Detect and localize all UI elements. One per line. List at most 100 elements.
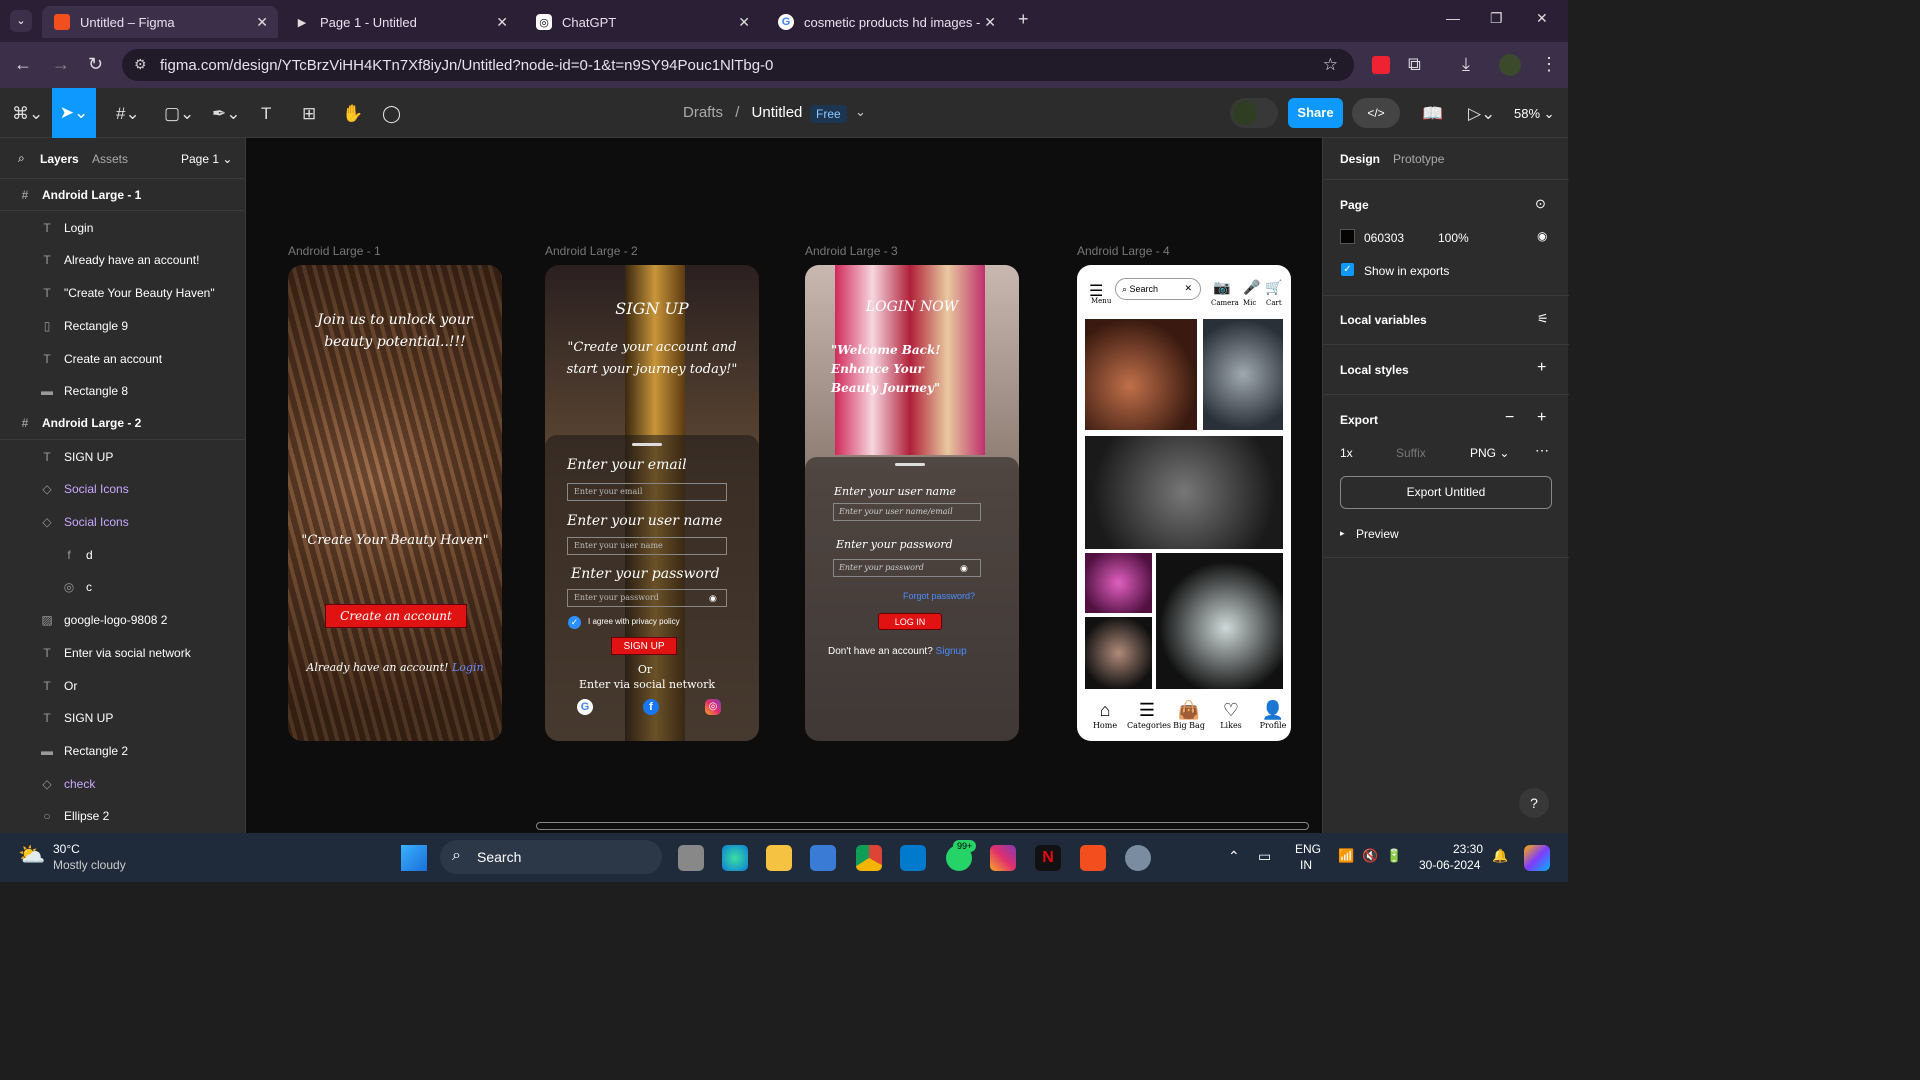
page-opacity-value[interactable]: 100% bbox=[1438, 231, 1469, 245]
username-field[interactable]: Enter your user name bbox=[567, 537, 727, 555]
layer-item[interactable]: ○ Ellipse 2 bbox=[0, 800, 246, 832]
layer-item[interactable]: T Already have an account! bbox=[0, 244, 246, 276]
region-label[interactable]: IN bbox=[1300, 858, 1312, 872]
notification-bell-icon[interactable]: 🔔 bbox=[1492, 848, 1508, 864]
layer-item[interactable]: ▨ google-logo-9808 2 bbox=[0, 604, 246, 636]
text-tool-icon[interactable]: T bbox=[261, 104, 271, 124]
tab-design[interactable]: Design bbox=[1340, 152, 1380, 166]
dev-mode-toggle-icon[interactable]: </> bbox=[1352, 98, 1400, 128]
product-image[interactable] bbox=[1085, 617, 1152, 689]
layer-item[interactable]: ◇ Social Icons bbox=[0, 473, 246, 505]
bookmark-star-icon[interactable]: ☆ bbox=[1323, 55, 1338, 75]
frame-tool-icon[interactable]: #⌄ bbox=[116, 104, 140, 124]
frame-label[interactable]: Android Large - 1 bbox=[288, 244, 381, 258]
show-exports-checkbox[interactable]: ✓ bbox=[1341, 263, 1354, 276]
login-link[interactable]: Login bbox=[452, 661, 484, 674]
breadcrumb-team[interactable]: Drafts bbox=[683, 104, 723, 121]
chrome-icon[interactable] bbox=[856, 845, 882, 871]
task-view-icon[interactable] bbox=[678, 845, 704, 871]
search-field[interactable]: ⌕ Search ✕ bbox=[1115, 278, 1201, 300]
password-field[interactable]: Enter your password bbox=[833, 559, 981, 577]
language-label[interactable]: ENG bbox=[1295, 842, 1321, 856]
file-explorer-icon[interactable] bbox=[766, 845, 792, 871]
canvas[interactable]: Android Large - 1 Join us to unlock your… bbox=[246, 138, 1322, 833]
export-format-select[interactable]: PNG ⌄ bbox=[1470, 446, 1509, 460]
layer-item[interactable]: T SIGN UP bbox=[0, 441, 246, 473]
profile-avatar[interactable] bbox=[1499, 54, 1521, 76]
file-name[interactable]: Untitled bbox=[752, 104, 803, 121]
tab-layers[interactable]: Layers bbox=[40, 152, 79, 166]
clock-time[interactable]: 23:30 bbox=[1453, 842, 1483, 856]
tab-assets[interactable]: Assets bbox=[92, 152, 128, 166]
signup-link[interactable]: Signup bbox=[936, 646, 967, 657]
tab-prototype[interactable]: Prototype bbox=[1393, 152, 1444, 166]
product-image[interactable] bbox=[1085, 319, 1197, 430]
frame-label[interactable]: Android Large - 3 bbox=[805, 244, 898, 258]
layer-item[interactable]: T Login bbox=[0, 212, 246, 244]
tab-search-button[interactable]: ⌄ bbox=[10, 10, 32, 32]
library-icon[interactable]: 📖 bbox=[1422, 104, 1443, 124]
bottom-nav-item[interactable]: ☰ Categories bbox=[1127, 699, 1171, 730]
check-icon[interactable]: ✓ bbox=[568, 616, 581, 629]
back-icon[interactable]: ← bbox=[14, 54, 32, 75]
signup-button[interactable]: SIGN UP bbox=[611, 637, 677, 655]
frame-label[interactable]: Android Large - 4 bbox=[1077, 244, 1170, 258]
layer-item[interactable]: T "Create Your Beauty Haven" bbox=[0, 277, 246, 309]
tab-figma[interactable]: Untitled – Figma ✕ bbox=[42, 6, 278, 38]
wifi-icon[interactable]: 📶 bbox=[1338, 848, 1354, 864]
bottom-nav-item[interactable]: ⌂ Home bbox=[1085, 699, 1125, 730]
frame-android-large-3[interactable]: LOGIN NOW "Welcome Back! Enhance Your Be… bbox=[805, 265, 1019, 741]
settings-icon[interactable] bbox=[1125, 845, 1151, 871]
clear-search-icon[interactable]: ✕ bbox=[1184, 283, 1192, 294]
instagram-icon[interactable]: ◎ bbox=[705, 699, 721, 715]
hand-tool-icon[interactable]: ✋ bbox=[342, 104, 363, 124]
reload-icon[interactable]: ↻ bbox=[88, 54, 103, 75]
layer-item[interactable]: ◇ check bbox=[0, 768, 246, 800]
layer-item[interactable]: T SIGN UP bbox=[0, 702, 246, 734]
sheet-handle[interactable] bbox=[895, 463, 925, 466]
layer-item[interactable]: fd bbox=[0, 539, 246, 571]
cart-icon[interactable]: 🛒 bbox=[1265, 279, 1282, 296]
username-field[interactable]: Enter your user name/email bbox=[833, 503, 981, 521]
local-variables-label[interactable]: Local variables bbox=[1340, 313, 1427, 327]
forgot-password-link[interactable]: Forgot password? bbox=[903, 591, 975, 601]
battery-icon[interactable]: 🔋 bbox=[1386, 848, 1402, 864]
layer-item[interactable]: ◇ Social Icons bbox=[0, 506, 246, 538]
page-color-value[interactable]: 060303 bbox=[1364, 231, 1404, 245]
product-image[interactable] bbox=[1203, 319, 1283, 430]
chrome-menu-icon[interactable]: ⋮ bbox=[1540, 54, 1558, 75]
help-icon[interactable]: ? bbox=[1519, 788, 1549, 818]
site-info-icon[interactable]: ⚙ bbox=[134, 56, 147, 73]
bottom-nav-item[interactable]: ♡ Likes bbox=[1211, 699, 1251, 730]
layer-item[interactable]: # Android Large - 1 bbox=[0, 179, 246, 211]
page-selector[interactable]: Page 1 ⌄ bbox=[181, 152, 232, 166]
file-menu-chevron-icon[interactable]: ⌄ bbox=[855, 104, 866, 120]
close-tab-icon[interactable]: ✕ bbox=[738, 14, 750, 31]
layer-item[interactable]: ▬ Rectangle 2 bbox=[0, 735, 246, 767]
bottom-nav-item[interactable]: 👤 Profile bbox=[1253, 699, 1291, 730]
comment-tool-icon[interactable]: ◯ bbox=[382, 104, 401, 124]
frame-android-large-1[interactable]: Join us to unlock your beauty potential.… bbox=[288, 265, 502, 741]
search-layers-icon[interactable]: ⌕ bbox=[18, 151, 25, 166]
export-scale[interactable]: 1x bbox=[1340, 446, 1353, 460]
variables-adjust-icon[interactable]: ⚟ bbox=[1537, 311, 1549, 327]
password-field[interactable]: Enter your password bbox=[567, 589, 727, 607]
tab-google[interactable]: G cosmetic products hd images - ✕ bbox=[766, 6, 1006, 38]
move-tool-icon[interactable]: ➤⌄ bbox=[52, 88, 96, 138]
resources-tool-icon[interactable]: ⊞ bbox=[302, 104, 316, 124]
clock-date[interactable]: 30-06-2024 bbox=[1419, 858, 1480, 872]
product-image[interactable] bbox=[1085, 436, 1283, 549]
product-image[interactable] bbox=[1156, 553, 1283, 689]
figma-menu-icon[interactable]: ⌘⌄ bbox=[12, 104, 43, 124]
close-tab-icon[interactable]: ✕ bbox=[496, 14, 508, 31]
eye-icon[interactable]: ◉ bbox=[960, 563, 968, 574]
pen-tool-icon[interactable]: ✒⌄ bbox=[212, 104, 241, 124]
new-tab-button[interactable]: + bbox=[1018, 9, 1029, 30]
frame-android-large-2[interactable]: SIGN UP "Create your account and start y… bbox=[545, 265, 759, 741]
close-window-icon[interactable]: ✕ bbox=[1536, 10, 1548, 27]
mic-icon[interactable]: 🎤 bbox=[1243, 279, 1260, 296]
layer-item[interactable]: ▯ Rectangle 9 bbox=[0, 310, 246, 342]
store-icon[interactable] bbox=[810, 845, 836, 871]
shape-tool-icon[interactable]: ▢⌄ bbox=[164, 104, 194, 124]
layer-item[interactable]: T Create an account bbox=[0, 343, 246, 375]
